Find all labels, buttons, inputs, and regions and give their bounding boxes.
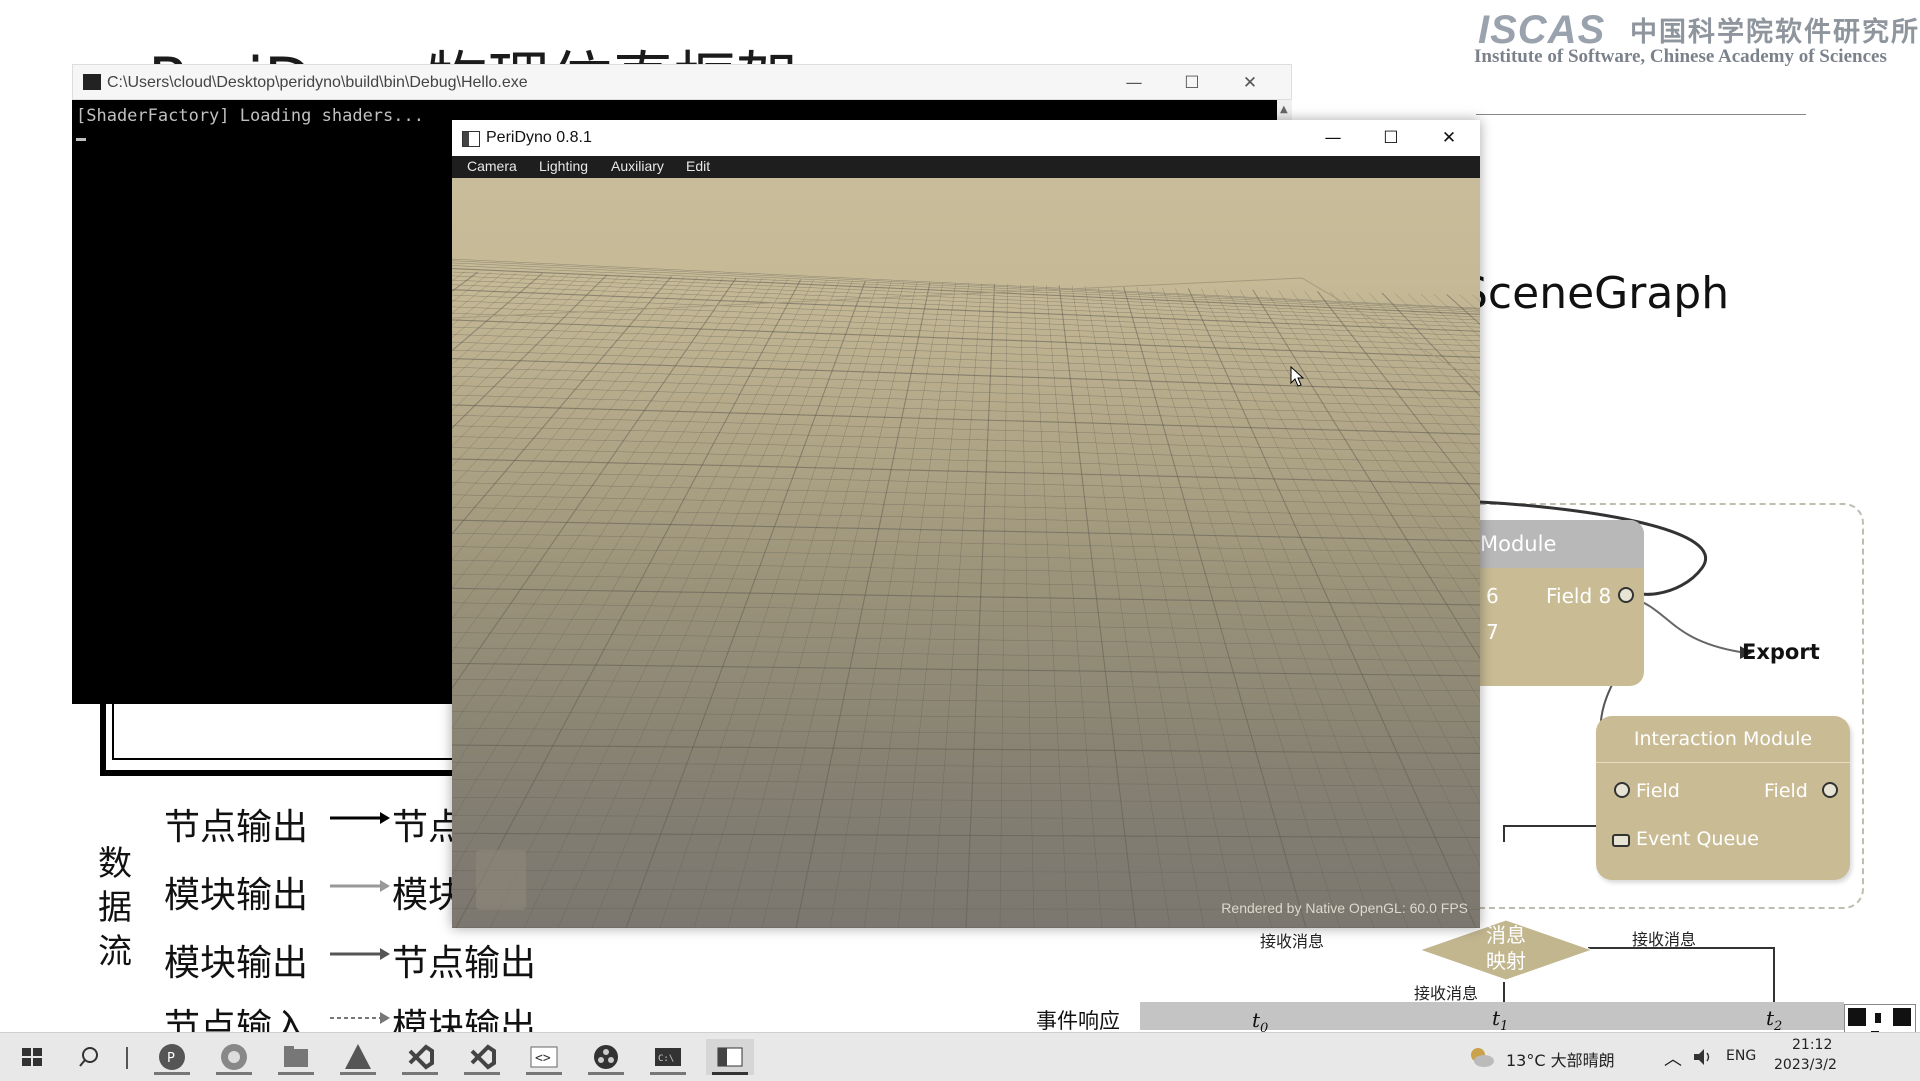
chevron-up-icon[interactable]: ︿ <box>1664 1045 1682 1071</box>
menu-auxiliary[interactable]: Auxiliary <box>611 158 664 174</box>
event-queue-port-icon <box>1612 834 1630 847</box>
menu-edit[interactable]: Edit <box>686 158 710 174</box>
render-status-text: Rendered by Native OpenGL: 60.0 FPS <box>1221 900 1468 916</box>
timeline-t1: t1 <box>1492 1006 1509 1034</box>
powerpoint-icon[interactable]: P <box>148 1039 196 1075</box>
peridyno-menu-bar: Camera Lighting Auxiliary Edit <box>452 156 1480 178</box>
field-in-port-icon <box>1614 782 1630 798</box>
export-label: Export <box>1742 640 1820 664</box>
peridyno-window[interactable]: PeriDyno 0.8.1 — ☐ ✕ Camera Lighting Aux… <box>452 120 1480 928</box>
legend-arrow-dark-gray <box>330 948 390 960</box>
legend-row-3-right: 节点输出 <box>392 943 537 984</box>
active-indicator <box>402 1072 438 1075</box>
svg-text:C:\: C:\ <box>658 1054 674 1064</box>
interaction-module-title: Interaction Module <box>1596 716 1850 763</box>
peridyno-maximize-button[interactable]: ☐ <box>1362 120 1420 156</box>
terminal-icon[interactable]: C:\ <box>644 1039 692 1075</box>
active-indicator <box>526 1072 562 1075</box>
svg-text:P: P <box>167 1051 175 1066</box>
menu-lighting[interactable]: Lighting <box>539 158 588 174</box>
data-flow-vertical-label: 数据流 <box>98 844 132 972</box>
scroll-up-arrow-icon[interactable]: ▲ <box>1280 104 1288 115</box>
interaction-module-card: Interaction Module Field Field Event Que… <box>1596 716 1850 880</box>
timeline-t2: t2 <box>1766 1006 1783 1034</box>
active-indicator <box>216 1072 252 1075</box>
vscode-icon[interactable]: <> <box>520 1039 568 1075</box>
peridyno-title: PeriDyno 0.8.1 <box>486 129 592 146</box>
console-minimize-button[interactable]: — <box>1105 65 1163 101</box>
console-title: C:\Users\cloud\Desktop\peridyno\build\bi… <box>107 74 528 91</box>
search-icon[interactable] <box>66 1039 114 1075</box>
peridyno-close-button[interactable]: ✕ <box>1420 120 1478 156</box>
peridyno-app-icon <box>462 131 480 147</box>
interaction-field-in: Field <box>1636 780 1680 802</box>
slide-image-frame-inner <box>112 700 454 760</box>
active-indicator <box>712 1072 748 1075</box>
svg-text:<>: <> <box>535 1051 551 1066</box>
obs-icon[interactable] <box>582 1039 630 1075</box>
receive-message-label-left: 接收消息 <box>1260 932 1325 951</box>
console-cursor <box>76 138 86 141</box>
render-viewport[interactable]: Rendered by Native OpenGL: 60.0 FPS <box>452 178 1480 928</box>
receive-message-label-right: 接收消息 <box>1632 930 1697 949</box>
logo-english-name: Institute of Software, Chinese Academy o… <box>1474 46 1887 67</box>
start-icon[interactable] <box>8 1039 56 1075</box>
legend-arrow-dashed <box>330 1012 390 1024</box>
peridyno-title-bar[interactable]: PeriDyno 0.8.1 — ☐ ✕ <box>452 120 1480 156</box>
module-field-8: Field 8 <box>1546 584 1612 608</box>
header-divider <box>1476 114 1806 115</box>
event-queue-label: Event Queue <box>1636 828 1759 850</box>
active-indicator <box>588 1072 624 1075</box>
console-title-bar[interactable]: C:\Users\cloud\Desktop\peridyno\build\bi… <box>72 64 1292 100</box>
field-8-port-icon <box>1618 587 1634 603</box>
module-node-card: Module 6 7 Field 8 <box>1478 520 1644 686</box>
logo-chinese-name: 中国科学院软件研究所 <box>1630 17 1920 48</box>
legend-arrow-solid-gray <box>330 880 390 892</box>
legend-row-1-left: 节点输出 <box>164 807 309 848</box>
console-output-line: [ShaderFactory] Loading shaders... <box>76 106 424 126</box>
legend-row-2-left: 模块输出 <box>164 875 309 916</box>
legend-arrow-solid-black <box>330 812 390 824</box>
peridyno-minimize-button[interactable]: — <box>1304 120 1362 156</box>
receive-message-label-bottom: 接收消息 <box>1414 984 1479 1003</box>
ground-grid <box>452 258 1480 928</box>
clock-time[interactable]: 21:12 <box>1792 1037 1832 1053</box>
clock-date[interactable]: 2023/3/2 <box>1774 1057 1837 1073</box>
message-map-line2: 映射 <box>1486 949 1526 973</box>
console-close-button[interactable]: ✕ <box>1221 65 1279 101</box>
visual-studio-icon[interactable] <box>458 1039 506 1075</box>
task-view-divider <box>126 1047 128 1069</box>
event-response-label: 事件响应 <box>1036 1009 1120 1033</box>
legend-row-3-left: 模块输出 <box>164 943 309 984</box>
language-indicator[interactable]: ENG <box>1726 1048 1756 1064</box>
chrome-icon[interactable] <box>210 1039 258 1075</box>
weather-icon[interactable] <box>1466 1043 1496 1071</box>
module-field-6: 6 <box>1486 584 1499 608</box>
field-out-port-icon <box>1822 782 1838 798</box>
menu-camera[interactable]: Camera <box>467 158 517 174</box>
scenegraph-heading: SceneGraph <box>1460 268 1730 319</box>
active-indicator <box>154 1072 190 1075</box>
weather-text[interactable]: 13°C 大部晴朗 <box>1506 1047 1615 1071</box>
active-indicator <box>650 1072 686 1075</box>
console-app-icon <box>83 74 101 90</box>
message-map-label: 消息 映射 <box>1466 922 1546 974</box>
active-indicator <box>278 1072 314 1075</box>
active-indicator <box>340 1072 376 1075</box>
module-field-7: 7 <box>1486 620 1499 644</box>
console-maximize-button[interactable]: ☐ <box>1163 65 1221 101</box>
module-node-title: Module <box>1478 520 1644 568</box>
iscas-logo: ISCAS 中国科学院软件研究所 Institute of Software, … <box>1474 8 1918 68</box>
visual-studio-icon[interactable] <box>396 1039 444 1075</box>
windows-taskbar: P <> C:\ 13°C 大部晴朗 ︿ ENG 21:12 2023/3/2 <box>0 1032 1920 1081</box>
interaction-field-out: Field <box>1764 780 1808 802</box>
cmake-icon[interactable] <box>334 1039 382 1075</box>
mouse-cursor-icon <box>1290 366 1305 387</box>
ghost-cube-shape <box>476 850 526 910</box>
file-explorer-icon[interactable] <box>272 1039 320 1075</box>
peridyno-app-icon[interactable] <box>706 1039 754 1075</box>
speaker-icon[interactable] <box>1692 1047 1714 1067</box>
active-indicator <box>464 1072 500 1075</box>
